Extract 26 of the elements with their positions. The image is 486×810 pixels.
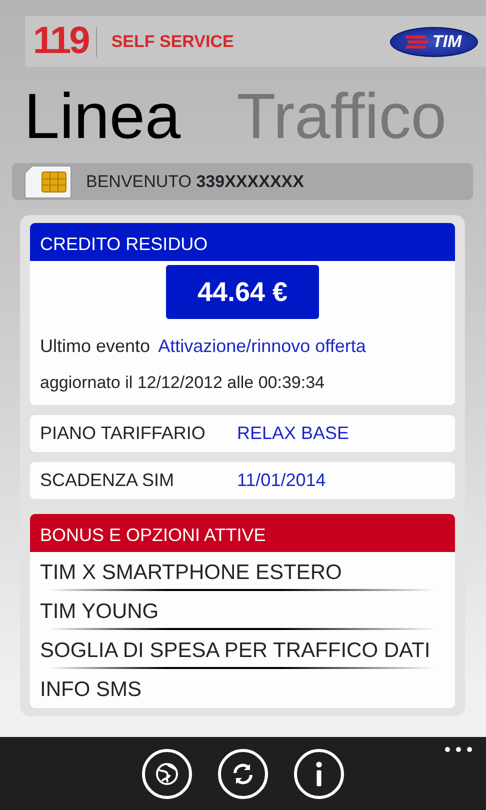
card-header: BONUS E OPZIONI ATTIVE (30, 514, 455, 552)
card-header: CREDITO RESIDUO (30, 223, 455, 261)
pivot-tab[interactable]: Linea (24, 84, 181, 148)
row-label: PIANO TARIFFARIO (40, 422, 206, 444)
welcome-text: BENVENUTO 339XXXXXXX (86, 170, 304, 193)
row-label: SCADENZA SIM (40, 468, 176, 492)
update-time: aggiornato il 12/12/2012 alle 00:39:34 (39, 372, 326, 394)
row-value: RELAX BASE (237, 422, 350, 444)
option-item[interactable]: TIM X SMARTPHONE ESTERO (30, 552, 455, 588)
brand-logo: TIM (390, 26, 478, 56)
logo-text: SELF SERVICE (111, 30, 234, 53)
row-value: 11/01/2014 (237, 468, 326, 492)
more-button[interactable] (443, 745, 474, 754)
event-label: Ultimo evento (40, 335, 150, 358)
sim-card-icon (24, 164, 72, 198)
info-icon (315, 761, 323, 787)
globe-button[interactable] (142, 749, 192, 799)
credit-amount: 44.64 € (166, 265, 319, 319)
logo-number: 119 (33, 19, 88, 64)
refresh-button[interactable] (218, 749, 268, 799)
event-value: Attivazione/rinnovo offerta (158, 335, 366, 358)
option-item[interactable]: SOGLIA DI SPESA PER TRAFFICO DATI (30, 630, 455, 666)
info-button[interactable] (294, 749, 344, 799)
option-item[interactable]: INFO SMS (30, 668, 455, 706)
globe-icon (154, 761, 180, 787)
option-item[interactable]: TIM YOUNG (30, 590, 455, 628)
